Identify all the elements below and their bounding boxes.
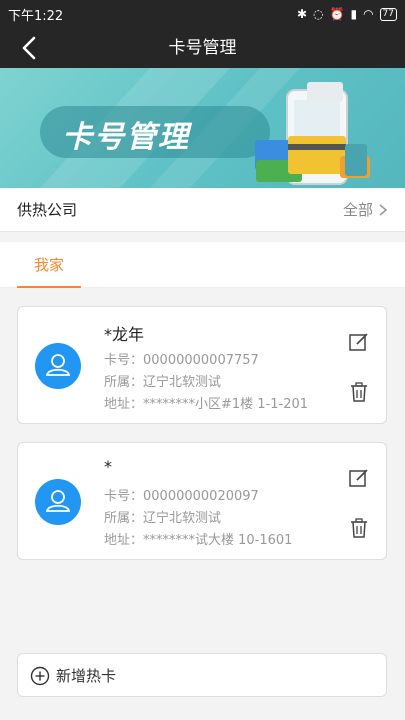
wifi-icon: ◠ bbox=[363, 7, 374, 21]
plus-circle-icon bbox=[30, 666, 50, 686]
card-address: 地址：********试大楼 10-1601 bbox=[104, 533, 293, 548]
signal-icon: ▮ bbox=[350, 7, 358, 21]
edit-button[interactable] bbox=[348, 331, 370, 353]
alarm-icon: ⏰ bbox=[329, 7, 345, 21]
add-card-button[interactable]: 新增热卡 bbox=[17, 653, 387, 697]
tab-bar: 我家 bbox=[0, 242, 405, 288]
page-title: 卡号管理 bbox=[168, 38, 237, 58]
card-company: 所属：辽宁北软测试 bbox=[104, 375, 222, 390]
edit-icon bbox=[349, 333, 368, 351]
company-label: 供热公司 bbox=[17, 201, 78, 219]
card-holder-name: * bbox=[104, 457, 112, 476]
user-icon bbox=[45, 354, 71, 376]
battery-icon: 77 bbox=[379, 7, 397, 21]
card-address: 地址：********小区#1楼 1-1-201 bbox=[104, 397, 309, 412]
chevron-right-icon bbox=[379, 204, 388, 216]
status-time: 下午1:22 bbox=[8, 8, 64, 24]
card-holder-name: *龙年 bbox=[104, 325, 145, 344]
avatar bbox=[35, 479, 81, 525]
card-item[interactable]: *龙年 卡号：00000000007757 所属：辽宁北软测试 地址：*****… bbox=[17, 306, 387, 424]
avatar bbox=[35, 343, 81, 389]
card-number: 卡号：00000000007757 bbox=[104, 353, 259, 368]
banner: 卡号管理 bbox=[0, 68, 405, 188]
company-value: 全部 bbox=[343, 188, 389, 232]
delete-button[interactable] bbox=[348, 381, 370, 403]
card-company: 所属：辽宁北软测试 bbox=[104, 511, 222, 526]
delete-button[interactable] bbox=[348, 517, 370, 539]
card-number: 卡号：00000000020097 bbox=[104, 489, 259, 504]
edit-button[interactable] bbox=[348, 467, 370, 489]
trash-icon bbox=[351, 382, 367, 402]
company-value-text: 全部 bbox=[342, 201, 373, 219]
user-icon bbox=[45, 490, 71, 512]
trash-icon bbox=[351, 518, 367, 538]
bluetooth-icon: ✱ bbox=[296, 7, 308, 21]
add-card-label: 新增热卡 bbox=[56, 667, 117, 685]
banner-title: 卡号管理 bbox=[62, 120, 190, 155]
status-bar: 下午1:22 ✱ ◌ ⏰ ▮ ◠ 77 bbox=[0, 0, 405, 28]
edit-icon bbox=[349, 469, 368, 487]
tab-my-home[interactable]: 我家 bbox=[17, 242, 81, 288]
banner-illustration bbox=[40, 68, 370, 188]
card-item[interactable]: * 卡号：00000000020097 所属：辽宁北软测试 地址：*******… bbox=[17, 442, 387, 560]
nav-bar: 卡号管理 bbox=[0, 28, 405, 68]
mute-icon: ◌ bbox=[313, 7, 324, 21]
status-icons: ✱ ◌ ⏰ ▮ ◠ 77 bbox=[296, 7, 397, 21]
company-filter-row[interactable]: 供热公司 全部 bbox=[0, 188, 405, 232]
